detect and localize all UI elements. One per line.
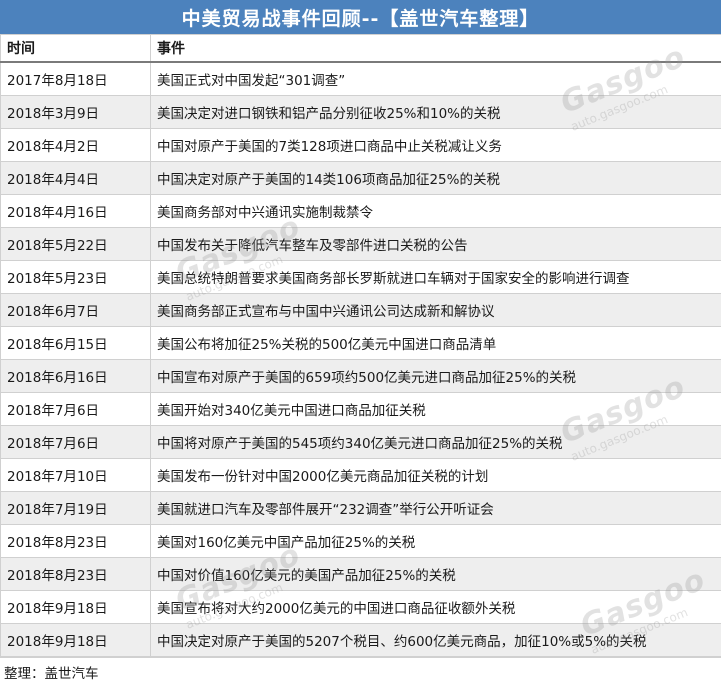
event-description: 美国正式对中国发起“301调查” bbox=[150, 61, 721, 96]
table-row: 2018年5月22日 中国发布关于降低汽车整车及零部件进口关税的公告 bbox=[0, 227, 721, 261]
event-description: 中国对原产于美国的7类128项进口商品中止关税减让义务 bbox=[150, 128, 721, 162]
event-description: 中国对价值160亿美元的美国产品加征25%的关税 bbox=[150, 557, 721, 591]
table-row: 2018年7月19日 美国就进口汽车及零部件展开“232调查”举行公开听证会 bbox=[0, 491, 721, 525]
event-date: 2018年6月7日 bbox=[0, 293, 151, 327]
event-description: 美国对160亿美元中国产品加征25%的关税 bbox=[150, 524, 721, 558]
event-date: 2018年6月15日 bbox=[0, 326, 151, 360]
table-row: 2018年8月23日 中国对价值160亿美元的美国产品加征25%的关税 bbox=[0, 557, 721, 591]
event-description: 美国商务部正式宣布与中国中兴通讯公司达成新和解协议 bbox=[150, 293, 721, 327]
table-row: 2018年4月2日 中国对原产于美国的7类128项进口商品中止关税减让义务 bbox=[0, 128, 721, 162]
event-date: 2018年7月6日 bbox=[0, 392, 151, 426]
table-row: 2018年3月9日 美国决定对进口钢铁和铝产品分别征收25%和10%的关税 bbox=[0, 95, 721, 129]
table-row: 2018年8月23日 美国对160亿美元中国产品加征25%的关税 bbox=[0, 524, 721, 558]
event-description: 美国决定对进口钢铁和铝产品分别征收25%和10%的关税 bbox=[150, 95, 721, 129]
table-row: 2018年6月7日 美国商务部正式宣布与中国中兴通讯公司达成新和解协议 bbox=[0, 293, 721, 327]
table-row: 2018年7月10日 美国发布一份针对中国2000亿美元商品加征关税的计划 bbox=[0, 458, 721, 492]
source-credit: 整理：盖世汽车 bbox=[0, 657, 721, 686]
event-description: 美国发布一份针对中国2000亿美元商品加征关税的计划 bbox=[150, 458, 721, 492]
table-row: 2018年6月15日 美国公布将加征25%关税的500亿美元中国进口商品清单 bbox=[0, 326, 721, 360]
event-date: 2018年9月18日 bbox=[0, 590, 151, 624]
column-header-date: 时间 bbox=[0, 34, 151, 63]
table-row: 2018年4月4日 中国决定对原产于美国的14类106项商品加征25%的关税 bbox=[0, 161, 721, 195]
event-date: 2018年8月23日 bbox=[0, 557, 151, 591]
table-row: 2018年4月16日 美国商务部对中兴通讯实施制裁禁令 bbox=[0, 194, 721, 228]
event-date: 2018年6月16日 bbox=[0, 359, 151, 393]
table-row: 2018年7月6日 美国开始对340亿美元中国进口商品加征关税 bbox=[0, 392, 721, 426]
event-date: 2018年7月6日 bbox=[0, 425, 151, 459]
table-row: 2018年9月18日 美国宣布将对大约2000亿美元的中国进口商品征收额外关税 bbox=[0, 590, 721, 624]
table-row: 2018年6月16日 中国宣布对原产于美国的659项约500亿美元进口商品加征25… bbox=[0, 359, 721, 393]
event-date: 2018年5月22日 bbox=[0, 227, 151, 261]
event-date: 2017年8月18日 bbox=[0, 61, 151, 96]
event-description: 中国将对原产于美国的545项约340亿美元进口商品加征25%的关税 bbox=[150, 425, 721, 459]
event-description: 中国决定对原产于美国的5207个税目、约600亿美元商品，加征10%或5%的关税 bbox=[150, 623, 721, 657]
event-date: 2018年8月23日 bbox=[0, 524, 151, 558]
event-date: 2018年7月10日 bbox=[0, 458, 151, 492]
table-row: 2018年7月6日 中国将对原产于美国的545项约340亿美元进口商品加征25%的… bbox=[0, 425, 721, 459]
event-date: 2018年4月4日 bbox=[0, 161, 151, 195]
table-row: 2017年8月18日 美国正式对中国发起“301调查” bbox=[0, 61, 721, 96]
event-description: 美国开始对340亿美元中国进口商品加征关税 bbox=[150, 392, 721, 426]
event-description: 美国公布将加征25%关税的500亿美元中国进口商品清单 bbox=[150, 326, 721, 360]
page-title: 中美贸易战事件回顾--【盖世汽车整理】 bbox=[0, 0, 721, 34]
event-description: 中国宣布对原产于美国的659项约500亿美元进口商品加征25%的关税 bbox=[150, 359, 721, 393]
events-table: 时间 事件 2017年8月18日 美国正式对中国发起“301调查” 2018年3月9… bbox=[0, 34, 721, 657]
event-date: 2018年9月18日 bbox=[0, 623, 151, 657]
event-description: 美国商务部对中兴通讯实施制裁禁令 bbox=[150, 194, 721, 228]
event-description: 美国宣布将对大约2000亿美元的中国进口商品征收额外关税 bbox=[150, 590, 721, 624]
table-header-row: 时间 事件 bbox=[0, 34, 721, 63]
event-description: 中国发布关于降低汽车整车及零部件进口关税的公告 bbox=[150, 227, 721, 261]
event-description: 美国总统特朗普要求美国商务部长罗斯就进口车辆对于国家安全的影响进行调查 bbox=[150, 260, 721, 294]
event-date: 2018年7月19日 bbox=[0, 491, 151, 525]
event-date: 2018年3月9日 bbox=[0, 95, 151, 129]
table-row: 2018年9月18日 中国决定对原产于美国的5207个税目、约600亿美元商品，加… bbox=[0, 623, 721, 657]
event-date: 2018年4月2日 bbox=[0, 128, 151, 162]
table-row: 2018年5月23日 美国总统特朗普要求美国商务部长罗斯就进口车辆对于国家安全的影… bbox=[0, 260, 721, 294]
event-description: 中国决定对原产于美国的14类106项商品加征25%的关税 bbox=[150, 161, 721, 195]
event-date: 2018年4月16日 bbox=[0, 194, 151, 228]
event-description: 美国就进口汽车及零部件展开“232调查”举行公开听证会 bbox=[150, 491, 721, 525]
column-header-event: 事件 bbox=[150, 34, 721, 63]
event-date: 2018年5月23日 bbox=[0, 260, 151, 294]
